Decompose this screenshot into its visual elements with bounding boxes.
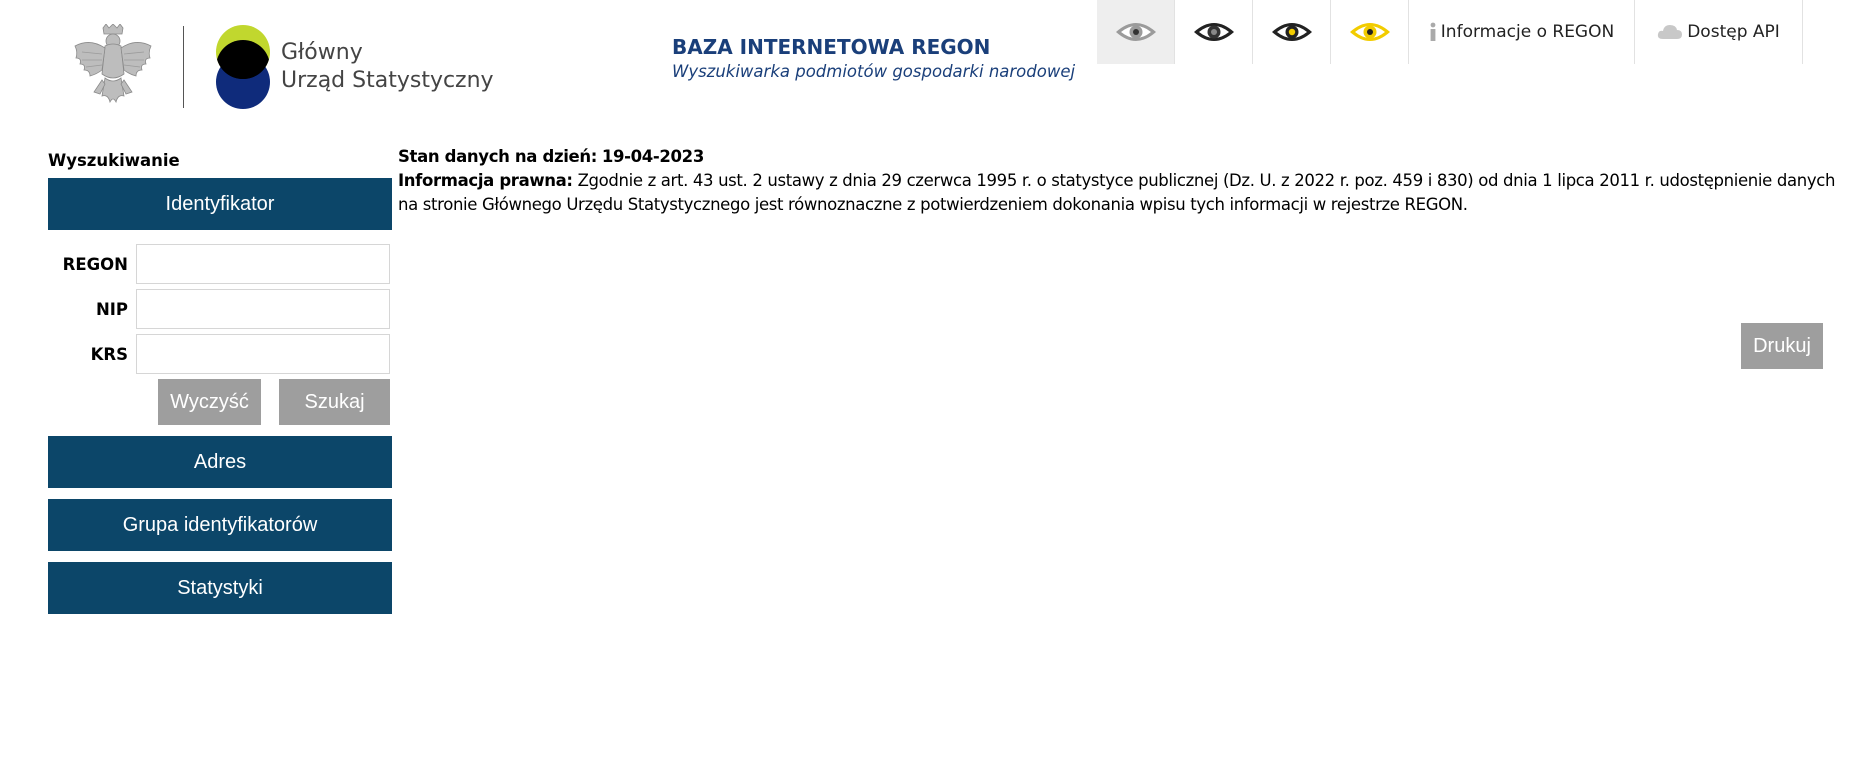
top-navigation: Informacje o REGON Dostęp API <box>1097 0 1803 64</box>
section-identifier-group-button[interactable]: Grupa identyfikatorów <box>48 499 392 551</box>
search-sidebar: Wyszukiwanie Identyfikator REGON NIP KRS… <box>48 148 392 614</box>
data-state-label: Stan danych na dzień: <box>398 147 597 166</box>
identifier-form: REGON NIP KRS Wyczyść Szukaj <box>48 230 392 436</box>
nav-api-access-link[interactable]: Dostęp API <box>1635 0 1803 64</box>
search-button[interactable]: Szukaj <box>279 379 390 425</box>
contrast-black-yellow-button[interactable] <box>1253 0 1331 64</box>
section-statistics-button[interactable]: Statystyki <box>48 562 392 614</box>
clear-button[interactable]: Wyczyść <box>158 379 261 425</box>
data-state-date: 19-04-2023 <box>601 147 704 166</box>
polish-eagle-emblem-icon <box>74 24 152 104</box>
krs-row: KRS <box>48 334 392 374</box>
portal-title: BAZA INTERNETOWA REGON <box>672 35 991 59</box>
main-content: Stan danych na dzień: 19-04-2023 Informa… <box>398 145 1838 217</box>
eye-gray-icon <box>1115 23 1156 41</box>
gus-name-line2: Urząd Statystyczny <box>281 68 494 93</box>
legal-info-text: Zgodnie z art. 43 ust. 2 ustawy z dnia 2… <box>398 171 1836 214</box>
nip-label: NIP <box>95 299 128 319</box>
nav-info-regon-link[interactable]: Informacje o REGON <box>1409 0 1635 64</box>
data-state-line: Stan danych na dzień: 19-04-2023 <box>398 145 1838 169</box>
krs-label: KRS <box>90 344 128 364</box>
portal-title-block: BAZA INTERNETOWA REGON Wyszukiwarka podm… <box>672 34 1075 84</box>
gus-name: Główny Urząd Statystyczny <box>281 39 494 95</box>
gus-logo-icon <box>216 25 270 109</box>
cloud-icon <box>1657 24 1683 40</box>
logo-divider <box>183 26 184 108</box>
contrast-black-button[interactable] <box>1175 0 1253 64</box>
contrast-yellow-button[interactable] <box>1331 0 1409 64</box>
nav-info-label: Informacje o REGON <box>1440 22 1615 42</box>
regon-input[interactable] <box>136 244 390 284</box>
regon-row: REGON <box>48 244 392 284</box>
nav-api-label: Dostęp API <box>1687 22 1780 42</box>
nip-input[interactable] <box>136 289 390 329</box>
regon-label: REGON <box>62 254 128 274</box>
section-address-button[interactable]: Adres <box>48 436 392 488</box>
eye-yellow-icon <box>1349 23 1390 41</box>
nip-row: NIP <box>48 289 392 329</box>
print-button[interactable]: Drukuj <box>1741 323 1823 369</box>
page-header: Główny Urząd Statystyczny BAZA INTERNETO… <box>0 0 1867 110</box>
krs-input[interactable] <box>136 334 390 374</box>
gus-name-line1: Główny <box>281 40 363 65</box>
eye-black-icon <box>1193 23 1234 41</box>
form-buttons: Wyczyść Szukaj <box>48 379 392 425</box>
contrast-gray-button[interactable] <box>1097 0 1175 64</box>
info-icon <box>1429 22 1437 42</box>
eye-black-yellow-icon <box>1271 23 1312 41</box>
legal-info: Informacja prawna: Zgodnie z art. 43 ust… <box>398 169 1838 217</box>
section-identifier-button[interactable]: Identyfikator <box>48 178 392 230</box>
portal-subtitle: Wyszukiwarka podmiotów gospodarki narodo… <box>672 62 1076 81</box>
legal-info-label: Informacja prawna: <box>398 171 573 190</box>
sidebar-title: Wyszukiwanie <box>48 151 180 170</box>
